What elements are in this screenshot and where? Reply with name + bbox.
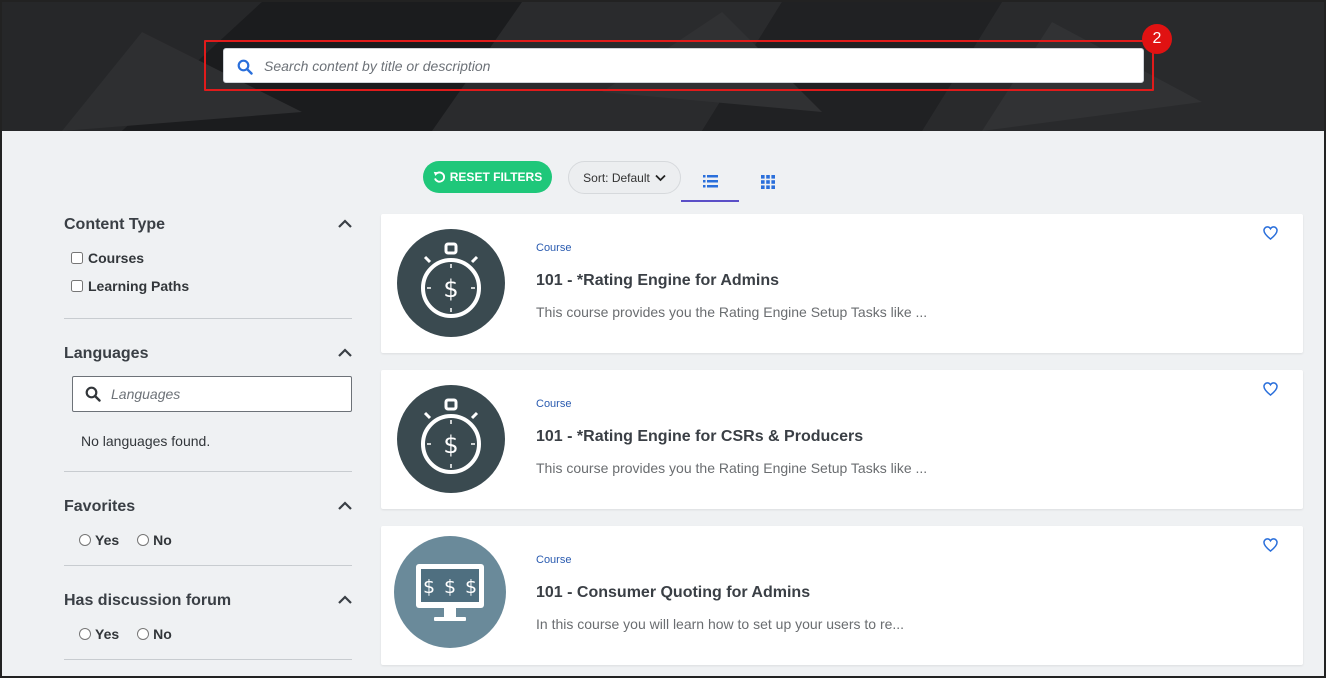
heart-icon[interactable]: [1263, 382, 1278, 396]
filter-content-type: Content Type Courses Learning Paths: [64, 202, 352, 319]
course-description: This course provides you the Rating Engi…: [536, 460, 928, 476]
svg-text:$: $: [443, 275, 458, 303]
filter-title-favorites: Favorites: [64, 498, 136, 515]
chevron-up-icon[interactable]: [338, 348, 352, 357]
heart-icon[interactable]: [1263, 538, 1278, 552]
step-badge: 2: [1142, 24, 1172, 54]
heart-icon[interactable]: [1263, 226, 1278, 240]
course-description: In this course you will learn how to set…: [536, 616, 905, 632]
discussion-no-option[interactable]: No: [137, 626, 172, 642]
monitor-dollar-icon: $ $ $: [394, 536, 506, 648]
stopwatch-dollar-icon: $: [397, 229, 505, 337]
learning-paths-checkbox[interactable]: [71, 280, 83, 292]
chevron-up-icon[interactable]: [338, 595, 352, 604]
discussion-options: Yes No: [79, 626, 352, 642]
filter-title-content-type: Content Type: [64, 216, 166, 233]
list-view-icon: [702, 174, 718, 187]
list-view-tab[interactable]: [681, 162, 739, 202]
sort-dropdown[interactable]: Sort: Default: [568, 161, 681, 194]
courses-label: Courses: [88, 250, 145, 266]
courses-checkbox[interactable]: [71, 252, 83, 264]
course-title[interactable]: 101 - Consumer Quoting for Admins: [536, 584, 810, 602]
reset-icon: [433, 171, 445, 183]
reset-filters-button[interactable]: RESET FILTERS: [423, 161, 552, 193]
favorites-yes-label: Yes: [95, 532, 120, 548]
favorites-yes-option[interactable]: Yes: [79, 532, 119, 548]
page-frame: 2 RESET FILTERS Sort: Default: [0, 0, 1326, 678]
languages-search[interactable]: [72, 376, 352, 412]
grid-view-icon: [761, 175, 775, 189]
stopwatch-dollar-icon: $: [397, 385, 505, 493]
course-card[interactable]: $ Course 101 - *Rating Engine for CSRs &…: [381, 370, 1303, 509]
svg-text:$: $: [443, 431, 458, 459]
grid-view-tab[interactable]: [739, 162, 797, 202]
chevron-up-icon[interactable]: [338, 501, 352, 510]
course-title[interactable]: 101 - *Rating Engine for Admins: [536, 272, 779, 290]
filter-discussion: Has discussion forum Yes No: [64, 566, 352, 660]
course-card[interactable]: $ Course 101 - *Rating Engine for Admins…: [381, 214, 1303, 353]
discussion-no-label: No: [153, 626, 172, 642]
filter-title-discussion: Has discussion forum: [64, 592, 232, 609]
discussion-no-radio[interactable]: [137, 628, 150, 640]
chevron-down-icon: [655, 174, 666, 181]
filter-sidebar: Content Type Courses Learning Paths Lang…: [64, 202, 352, 660]
course-description: This course provides you the Rating Engi…: [536, 304, 928, 320]
no-languages-text: No languages found.: [81, 433, 211, 449]
learning-paths-label: Learning Paths: [88, 278, 190, 294]
languages-input[interactable]: [111, 377, 341, 411]
favorites-yes-radio[interactable]: [79, 534, 91, 546]
reset-filters-label: RESET FILTERS: [449, 170, 543, 184]
filter-languages: Languages No languages found.: [64, 319, 352, 472]
highlight-box: [204, 40, 1154, 91]
sort-label: Sort: Default: [583, 170, 650, 185]
favorites-options: Yes No: [79, 532, 352, 548]
filter-title-languages: Languages: [64, 345, 149, 362]
option-learning-paths[interactable]: Learning Paths: [71, 278, 352, 294]
discussion-yes-label: Yes: [95, 626, 120, 642]
favorites-no-label: No: [153, 532, 172, 548]
course-card[interactable]: $ $ $ Course 101 - Consumer Quoting for …: [381, 526, 1303, 665]
chevron-up-icon[interactable]: [338, 219, 352, 228]
content-type-label: Course: [536, 398, 572, 410]
content-type-label: Course: [536, 554, 572, 566]
hero-banner: [2, 2, 1324, 131]
favorites-no-option[interactable]: No: [137, 532, 172, 548]
favorites-no-radio[interactable]: [137, 534, 150, 546]
discussion-yes-radio[interactable]: [79, 628, 91, 640]
monitor-symbol: $: [444, 576, 456, 598]
discussion-yes-option[interactable]: Yes: [79, 626, 119, 642]
course-title[interactable]: 101 - *Rating Engine for CSRs & Producer…: [536, 428, 863, 446]
content-type-label: Course: [536, 242, 572, 254]
monitor-symbol: $: [465, 576, 477, 598]
filter-favorites: Favorites Yes No: [64, 472, 352, 566]
option-courses[interactable]: Courses: [71, 250, 352, 266]
search-icon: [85, 386, 101, 407]
monitor-symbol: $: [423, 576, 435, 598]
